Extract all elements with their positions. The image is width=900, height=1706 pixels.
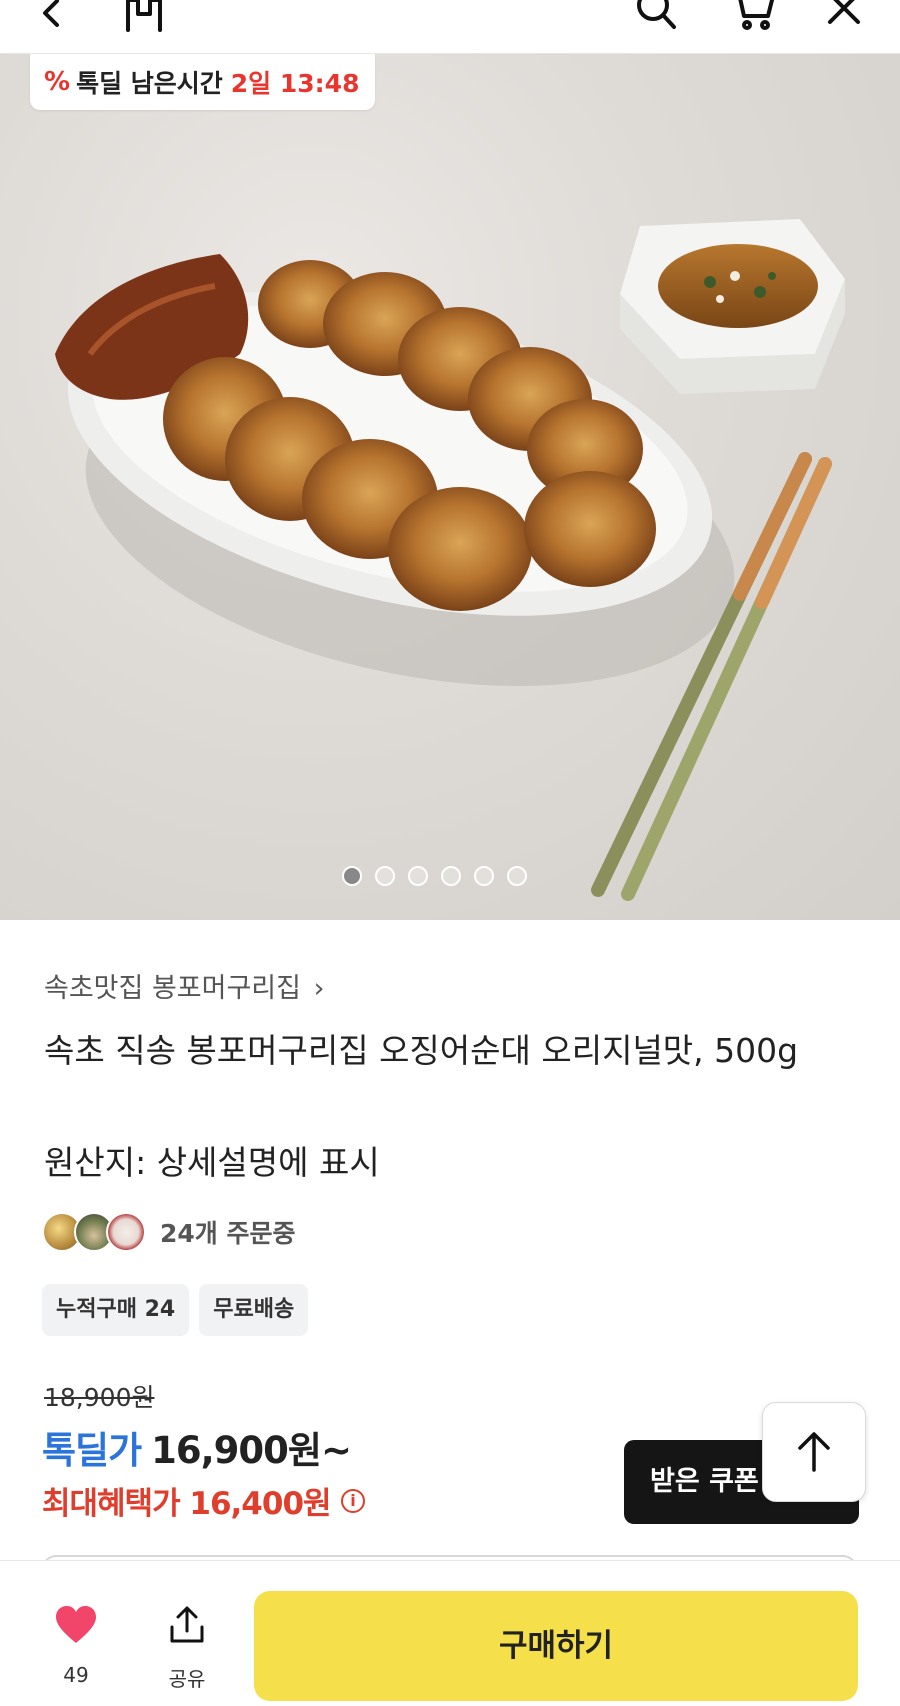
- max-benefit-price-row: 최대혜택가 16,400원 i: [42, 1478, 365, 1523]
- carousel-dot[interactable]: [407, 866, 428, 886]
- info-icon[interactable]: i: [340, 1488, 365, 1513]
- search-icon[interactable]: [632, 0, 680, 38]
- seller-link[interactable]: 속초맛집 봉포머구리집 ›: [44, 966, 324, 1005]
- deal-price-row: 톡딜가 16,900원~: [42, 1420, 352, 1474]
- back-icon[interactable]: [28, 0, 76, 38]
- like-count: 49: [63, 1663, 89, 1687]
- carousel-dot[interactable]: [374, 866, 395, 886]
- share-label: 공유: [168, 1667, 206, 1691]
- product-photo: [55, 219, 845, 901]
- buy-button[interactable]: 구매하기: [254, 1591, 858, 1701]
- scroll-to-top-button[interactable]: [762, 1402, 866, 1502]
- home-icon[interactable]: [120, 0, 168, 38]
- carousel-dot[interactable]: [506, 866, 527, 886]
- deal-timer-label: 톡딜 남은시간: [76, 69, 223, 98]
- bottom-action-bar: 49 공유 구매하기: [0, 1560, 900, 1706]
- carousel-dot[interactable]: [341, 866, 362, 886]
- buyer-avatars: [42, 1212, 146, 1252]
- like-button[interactable]: 49: [44, 1605, 108, 1687]
- carousel-indicator: [0, 866, 884, 886]
- avatar: [106, 1212, 146, 1252]
- tag-free-shipping: 무료배송: [199, 1284, 309, 1336]
- product-image-carousel[interactable]: % 톡딜 남은시간 2일 13:48: [0, 54, 900, 920]
- cart-icon[interactable]: [730, 0, 778, 38]
- orders-count: 24개 주문중: [160, 1219, 296, 1248]
- deal-timer-time: 2일 13:48: [230, 69, 360, 98]
- top-navigation-bar: [0, 0, 900, 54]
- arrow-up-icon: [798, 1432, 830, 1472]
- product-tags: 누적구매 24 무료배송: [42, 1284, 309, 1336]
- share-icon: [170, 1606, 204, 1643]
- seller-name: 속초맛집 봉포머구리집: [44, 973, 301, 1004]
- chevron-right-icon: ›: [313, 973, 325, 1004]
- original-price: 18,900원: [44, 1383, 155, 1412]
- deal-timer-badge: % 톡딜 남은시간 2일 13:48: [30, 54, 376, 110]
- carousel-dot[interactable]: [473, 866, 494, 886]
- ordering-now-indicator: 24개 주문중: [42, 1212, 296, 1252]
- carousel-dot[interactable]: [440, 866, 461, 886]
- share-button[interactable]: 공유: [152, 1605, 222, 1692]
- max-benefit-price: 최대혜택가 16,400원: [42, 1486, 332, 1522]
- deal-price: 16,900원~: [151, 1429, 352, 1472]
- tag-cumulative-purchases: 누적구매 24: [42, 1284, 190, 1336]
- heart-icon: [56, 1606, 96, 1643]
- deal-price-label: 톡딜가: [42, 1429, 142, 1472]
- percent-icon: %: [44, 67, 70, 97]
- product-title: 속초 직송 봉포머구리집 오징어순대 오리지널맛, 500g: [44, 1031, 799, 1070]
- close-icon[interactable]: [820, 0, 868, 38]
- product-origin: 원산지: 상세설명에 표시: [44, 1143, 380, 1182]
